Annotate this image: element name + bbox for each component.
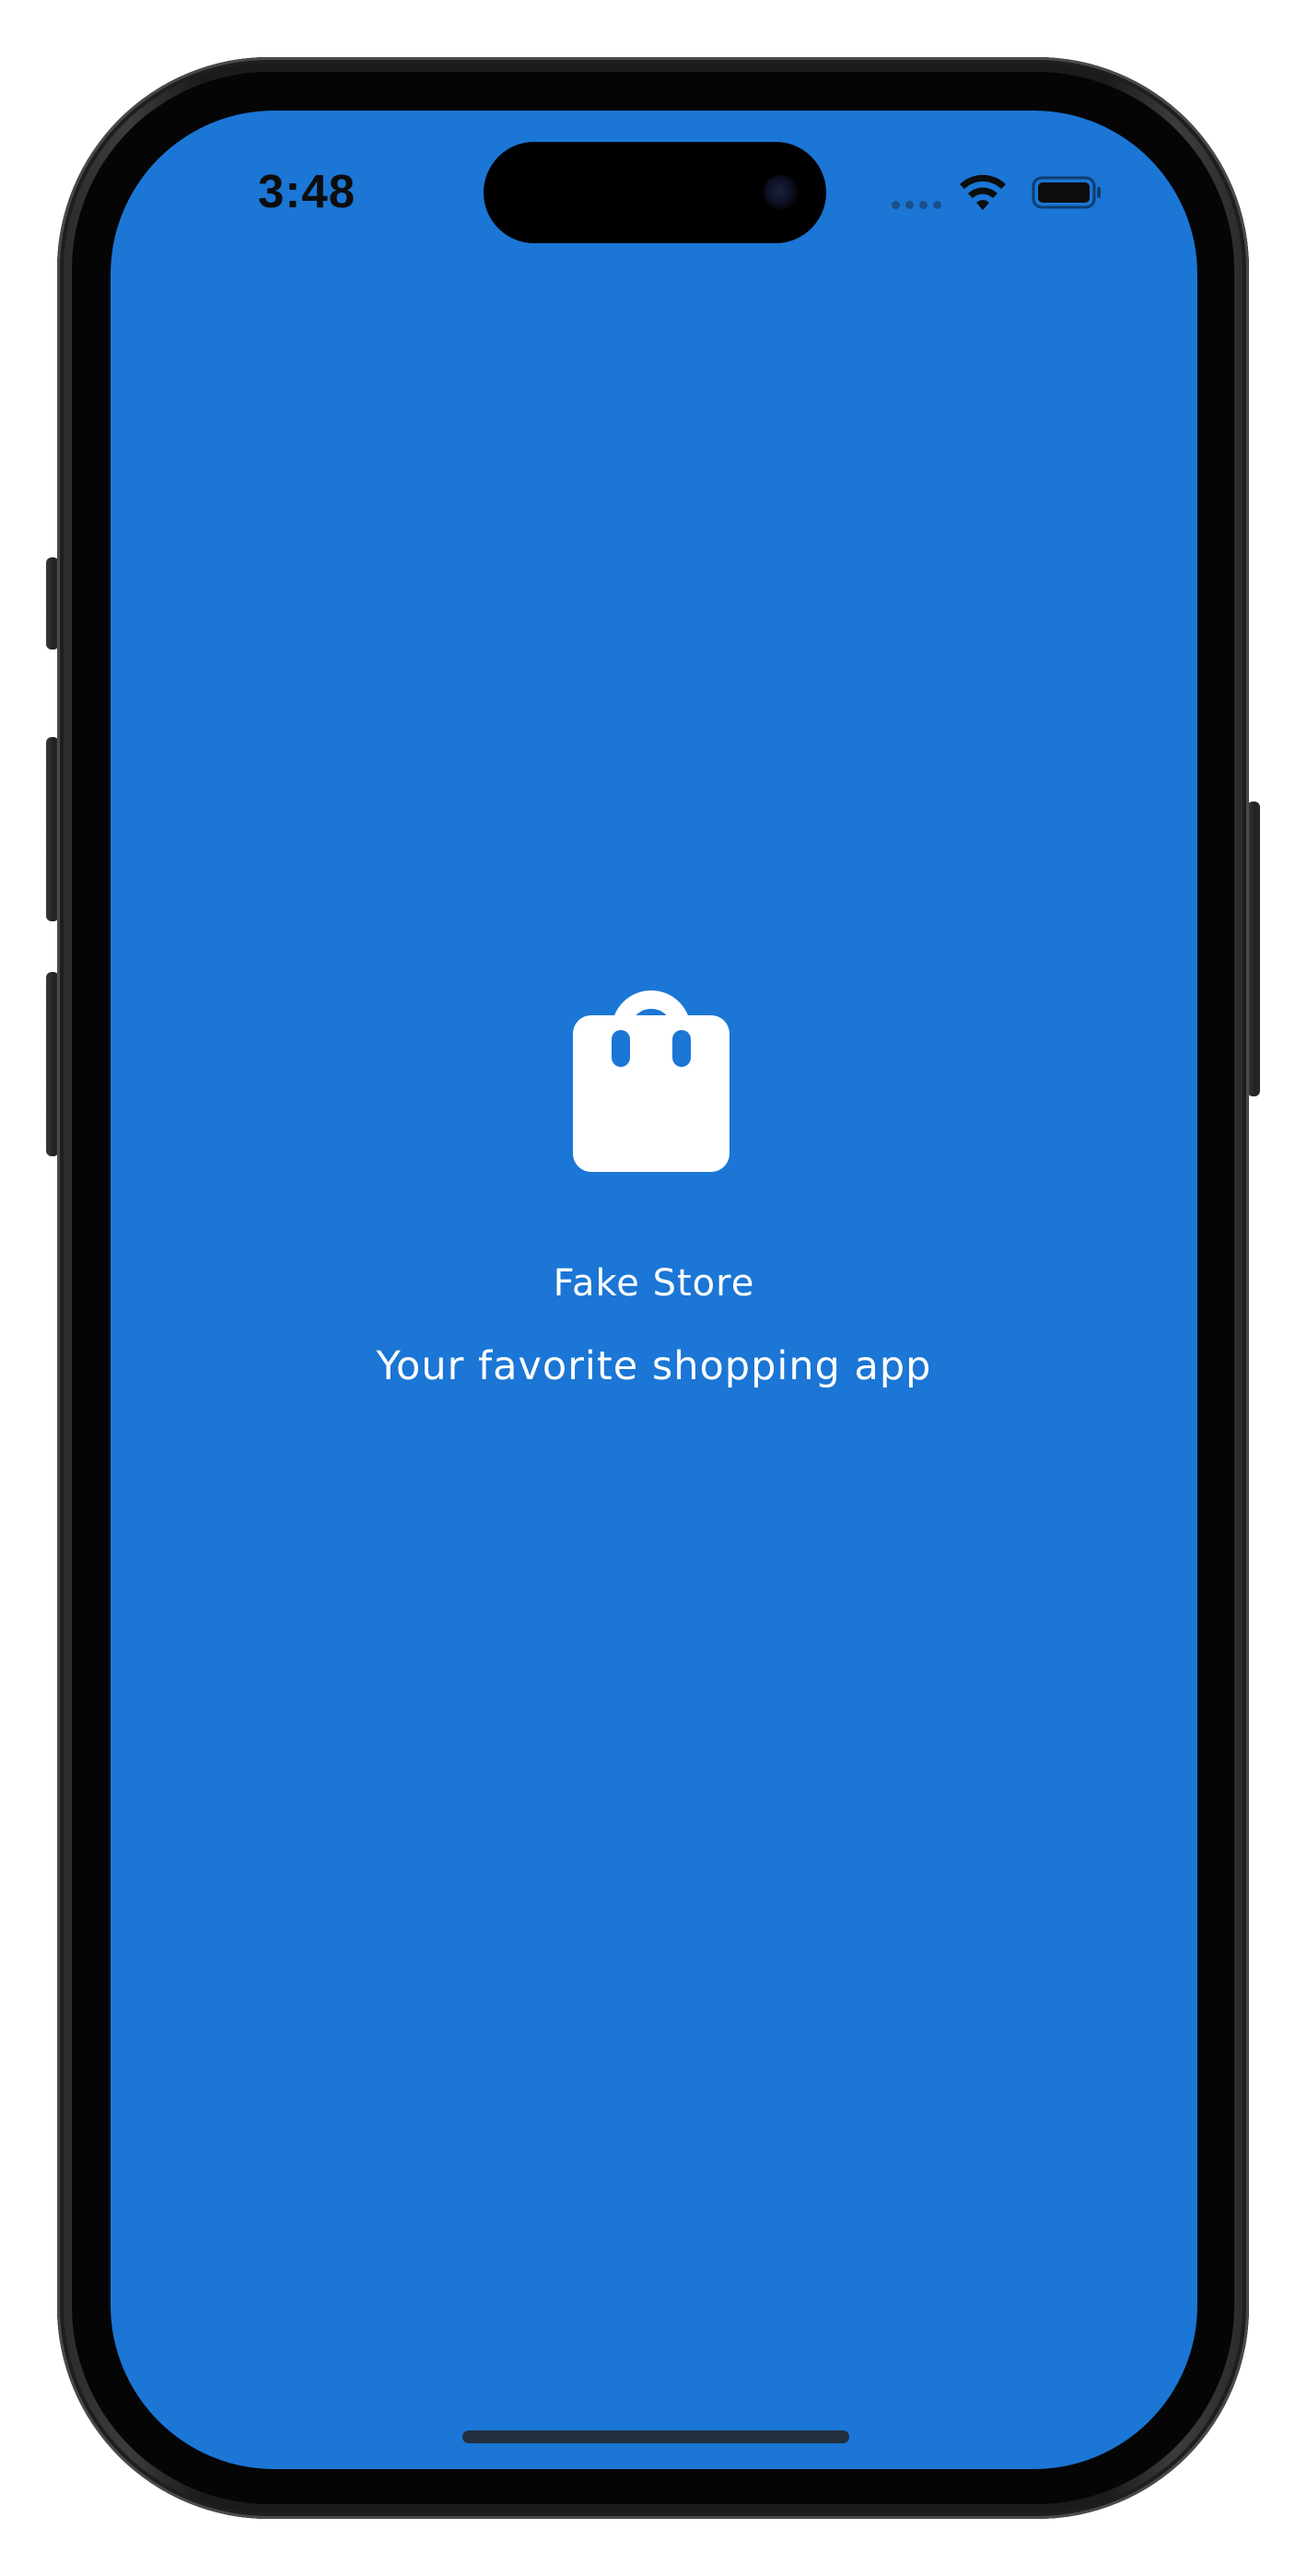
shopping-bag-icon [573, 990, 729, 1172]
power-button [1247, 802, 1260, 1096]
home-indicator[interactable] [462, 2430, 849, 2443]
app-screen: 3:48 Fake Store Your favorite shopping a… [111, 111, 1197, 2469]
app-title: Fake Store [553, 1262, 755, 1305]
device-mockup: 3:48 Fake Store Your favorite shopping a… [0, 0, 1307, 2576]
dynamic-island [484, 142, 826, 243]
front-camera-icon [764, 175, 799, 210]
signal-dots-icon [892, 201, 941, 209]
wifi-icon [960, 174, 1006, 210]
app-tagline: Your favorite shopping app [376, 1343, 932, 1389]
battery-icon [1032, 176, 1101, 209]
status-time: 3:48 [258, 165, 356, 217]
